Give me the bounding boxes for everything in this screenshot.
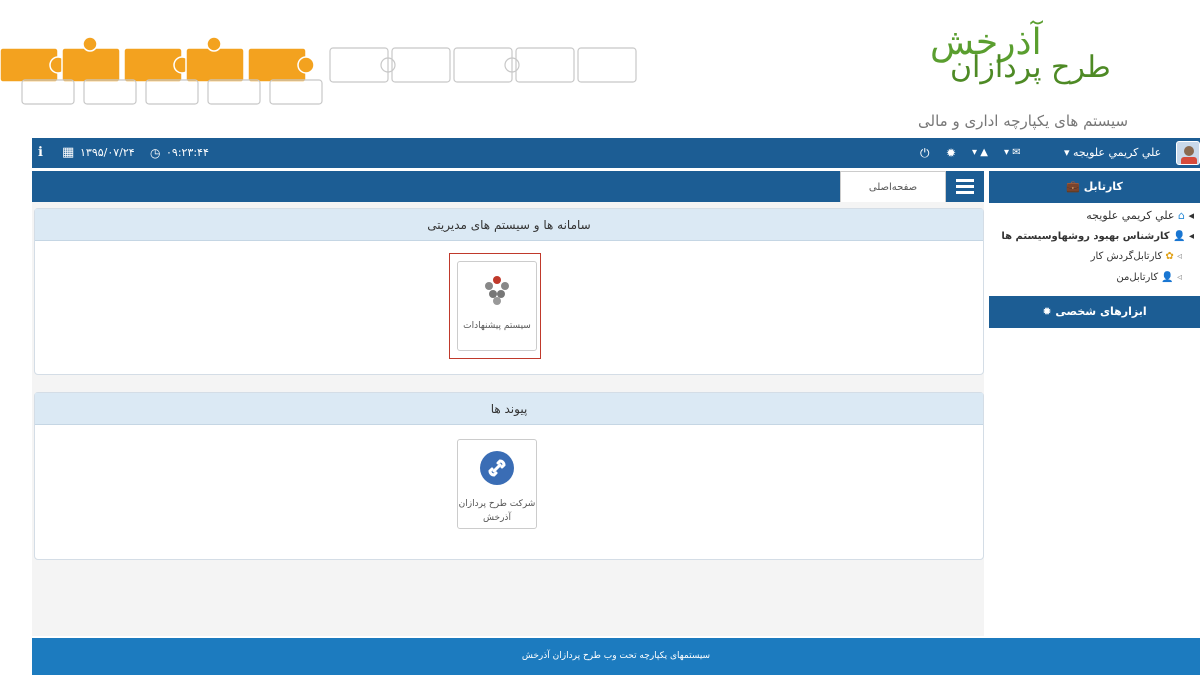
puzzle-decoration [0, 36, 637, 105]
user-name: علي كريمي علويجه [1073, 146, 1162, 159]
time-text: ۰۹:۲۳:۴۴ [166, 146, 209, 159]
logo-tagline: سیستم های یکپارچه اداری و مالی [918, 112, 1129, 130]
suggestions-system-tile[interactable]: سیستم پیشنهادات [457, 261, 537, 351]
person-icon: 👤 [1161, 272, 1174, 283]
workflow-icon: ✿ [1165, 251, 1174, 262]
bell-dropdown[interactable]: ▾ ▲ [972, 138, 988, 168]
hamburger-menu-button[interactable] [946, 171, 984, 202]
tile-label: سیستم پیشنهادات [463, 321, 531, 331]
logo-main-text: طرح پردازان [950, 50, 1111, 85]
menu-line [956, 191, 974, 194]
top-toolbar: ℹ ▦ ۱۳۹۵/۰۷/۲۴ ◷ ۰۹:۲۳:۴۴ ⏻ ✹ ▾ ▲ ▾ ✉ ▾ … [32, 138, 1200, 168]
systems-panel-title: سامانه ها و سیستم های مدیریتی [35, 209, 983, 241]
menu-line [956, 185, 974, 188]
right-sidebar: 💼 کارتابل ◂ ⌂ علي كريمي علويجه ◂ 👤 کارشن… [989, 171, 1200, 631]
clock-icon: ◷ [150, 146, 161, 160]
caret-icon: ◂ [1188, 231, 1194, 242]
cartable-header[interactable]: 💼 کارتابل [989, 171, 1200, 203]
avatar[interactable] [1176, 141, 1200, 165]
tree-item-label: کارشناس بهبود روشهاوسیستم ها [1001, 231, 1170, 242]
systems-panel: سامانه ها و سیستم های مدیریتی سیستم پیشن… [34, 208, 984, 375]
tree-item-my-cartable[interactable]: ◃ 👤 کارتابل‌من [1116, 272, 1182, 283]
caret-outline-icon: ◃ [1176, 272, 1182, 283]
tree-item-label: کارتابل‌من [1116, 272, 1159, 283]
tree-item-label: کارتابل‌گردش کار [1090, 251, 1163, 262]
date-text: ۱۳۹۵/۰۷/۲۴ [80, 146, 135, 159]
header-banner: آذرخش طرح پردازان سیستم های یکپارچه ادار… [0, 0, 1200, 137]
main-content: سامانه ها و سیستم های مدیریتی سیستم پیشن… [32, 202, 984, 636]
tree-item-workflow-cartable[interactable]: ◃ ✿ کارتابل‌گردش کار [1091, 251, 1182, 262]
gear-icon[interactable]: ✹ [946, 138, 956, 168]
calendar-icon: ▦ [62, 145, 75, 160]
tree-item-role[interactable]: ◂ 👤 کارشناس بهبود روشهاوسیستم ها [1001, 231, 1194, 242]
briefcase-icon: 💼 [1066, 180, 1080, 193]
menu-line [956, 179, 974, 182]
info-icon[interactable]: ℹ [38, 138, 43, 168]
personal-tools-header[interactable]: ✹ ابزارهای شخصی [989, 296, 1200, 328]
caret-icon: ◂ [1188, 209, 1194, 222]
footer: سیستمهای یکپارچه تحت وب طرح پردازان آذرخ… [32, 638, 1200, 675]
tree-item-label: علي كريمي علويجه [1086, 209, 1175, 222]
links-panel: پیوند ها شرکت طرح پردازان آذرخش [34, 392, 984, 560]
power-icon[interactable]: ⏻ [920, 138, 930, 168]
mail-dropdown[interactable]: ▾ ✉ [1004, 138, 1021, 168]
personal-tools-label: ابزارهای شخصی [1055, 305, 1147, 318]
company-link-tile[interactable]: شرکت طرح پردازان آذرخش [457, 439, 537, 529]
caret-outline-icon: ◃ [1176, 251, 1182, 262]
tree-item-user[interactable]: ◂ ⌂ علي كريمي علويجه [1086, 209, 1194, 222]
user-avatar-icon [1181, 146, 1197, 164]
gear-icon: ✹ [1042, 305, 1052, 318]
cartable-header-label: کارتابل [1083, 180, 1123, 193]
tab-home[interactable]: صفحه‌اصلی [840, 171, 946, 202]
user-dropdown-caret: ▾ [1064, 146, 1074, 159]
link-icon [480, 451, 514, 485]
user-menu[interactable]: ▾ علي كريمي علويجه [1064, 138, 1161, 168]
links-panel-title: پیوند ها [35, 393, 983, 425]
home-icon: ⌂ [1177, 209, 1185, 222]
tile-label: شرکت طرح پردازان آذرخش [458, 499, 536, 523]
people-group-icon [485, 276, 509, 305]
person-icon: 👤 [1173, 231, 1186, 242]
